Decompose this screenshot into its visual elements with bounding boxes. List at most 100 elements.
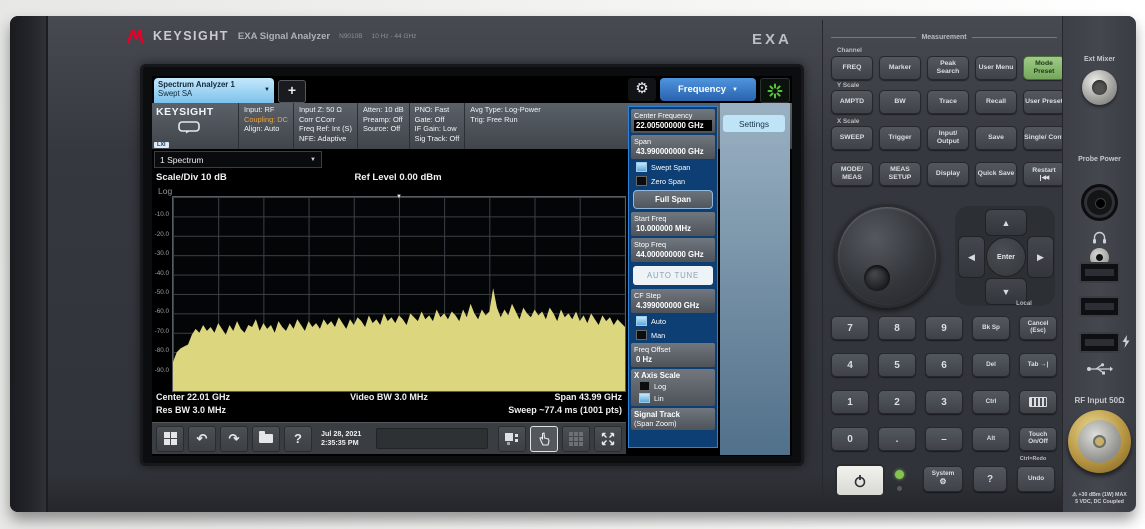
key-alt[interactable]: Alt — [972, 427, 1010, 451]
key-3[interactable]: 3 — [925, 390, 963, 414]
button-bw[interactable]: BW — [879, 90, 921, 114]
key-8[interactable]: 8 — [878, 316, 916, 340]
button-single-cont[interactable]: Single/ Cont — [1023, 126, 1065, 150]
add-tab-button[interactable]: + — [278, 80, 306, 103]
button-recall[interactable]: Recall — [975, 90, 1017, 114]
full-span-button[interactable]: Full Span — [633, 190, 713, 209]
y-axis-labels: -10.0-20.0-30.0-40.0-50.0-60.0-70.0-80.0… — [152, 196, 170, 390]
scale-type-label: Log — [158, 186, 172, 196]
menu-item-freq-offset[interactable]: Freq Offset 0 Hz — [631, 343, 715, 367]
auto-tune-button[interactable]: AUTO TUNE — [633, 266, 713, 285]
status-line: Input: RF — [244, 105, 288, 115]
key-tab[interactable]: Tab →| — [1019, 353, 1057, 377]
button-peak-search[interactable]: Peak Search — [927, 56, 969, 80]
radio-cf-step-man[interactable]: Man — [631, 329, 715, 341]
radio-cf-step-auto[interactable]: Auto — [631, 315, 715, 327]
key-ctrl[interactable]: Ctrl — [972, 390, 1010, 414]
redo-button[interactable]: ↷ — [220, 426, 248, 452]
key-touch-on-off[interactable]: Touch On/Off — [1019, 427, 1057, 451]
menu-item-start-freq[interactable]: Start Freq 10.000000 MHz — [631, 212, 715, 236]
menu-item-stop-freq[interactable]: Stop Freq 44.000000000 GHz — [631, 238, 715, 262]
button-mode-preset[interactable]: Mode Preset — [1023, 56, 1065, 80]
key-del[interactable]: Del — [972, 353, 1010, 377]
button-meas-setup[interactable]: MEAS SETUP — [879, 162, 921, 186]
warning-line: +30 dBm (1W) MAX — [1078, 492, 1126, 498]
arrow-left-button[interactable]: ◀ — [958, 236, 985, 278]
windows-icon — [164, 432, 177, 445]
measbar-atten-column: Atten: 10 dB Preamp: Off Source: Off — [357, 103, 409, 149]
rotary-knob[interactable] — [835, 204, 939, 308]
undo-key[interactable]: Undo — [1017, 466, 1055, 492]
center-frequency-value[interactable]: 22.005000000 GHz — [634, 120, 712, 131]
touch-mode-button[interactable] — [530, 426, 558, 452]
tab-spectrum-analyzer[interactable]: Spectrum Analyzer 1 Swept SA ▼ — [154, 78, 274, 103]
tab-title: Spectrum Analyzer 1 — [158, 80, 270, 89]
button-trigger[interactable]: Trigger — [879, 126, 921, 150]
settings-gear-button[interactable]: ⚙ — [628, 78, 656, 101]
button-freq[interactable]: FREQ — [831, 56, 873, 80]
file-explorer-button[interactable] — [252, 426, 280, 452]
tab-settings[interactable]: Settings — [723, 115, 785, 132]
key-7[interactable]: 7 — [831, 316, 869, 340]
radio-x-scale-log[interactable]: Log — [634, 380, 712, 392]
grid-view-button[interactable] — [562, 426, 590, 452]
button-display[interactable]: Display — [927, 162, 969, 186]
key-4[interactable]: 4 — [831, 353, 869, 377]
button-amptd[interactable]: AMPTD — [831, 90, 873, 114]
key-0[interactable]: 0 — [831, 427, 869, 451]
freq-offset-value[interactable]: 0 Hz — [634, 354, 712, 365]
spectrum-plot[interactable]: ▼ — [172, 196, 626, 392]
radio-zero-span[interactable]: Zero Span — [631, 175, 715, 187]
system-key[interactable]: System⚙ — [923, 466, 963, 492]
menu-dropdown-frequency[interactable]: Frequency ▼ — [660, 78, 756, 101]
help-button[interactable]: ? — [284, 426, 312, 452]
arrow-up-button[interactable]: ▲ — [985, 209, 1027, 236]
undo-button[interactable]: ↶ — [188, 426, 216, 452]
cf-step-value[interactable]: 4.399000000 GHz — [634, 300, 712, 311]
key-bk-sp[interactable]: Bk Sp — [972, 316, 1010, 340]
power-icon — [853, 474, 867, 488]
key-key[interactable]: – — [925, 427, 963, 451]
windows-start-button[interactable] — [156, 426, 184, 452]
key-key[interactable]: . — [878, 427, 916, 451]
ref-level-label: Ref Level 0.00 dBm — [172, 172, 624, 183]
key-6[interactable]: 6 — [925, 353, 963, 377]
busy-indicator — [760, 78, 790, 103]
power-button[interactable] — [835, 464, 885, 497]
button-input-output[interactable]: Input/ Output — [927, 126, 969, 150]
button-user-menu[interactable]: User Menu — [975, 56, 1017, 80]
key-1[interactable]: 1 — [831, 390, 869, 414]
button-quick-save[interactable]: Quick Save — [975, 162, 1017, 186]
stop-freq-value[interactable]: 44.000000000 GHz — [634, 249, 712, 260]
button-restart[interactable]: Restart◀◀ — [1023, 162, 1065, 186]
fullscreen-button[interactable] — [594, 426, 622, 452]
button-user-preset[interactable]: User Preset — [1023, 90, 1065, 114]
start-freq-value[interactable]: 10.000000 MHz — [634, 223, 712, 234]
key-cancel-esc[interactable]: Cancel (Esc) — [1019, 316, 1057, 340]
menu-item-span[interactable]: Span 43.990000000 GHz — [631, 135, 715, 159]
menu-item-cf-step[interactable]: CF Step 4.399000000 GHz — [631, 289, 715, 313]
trace-selector-dropdown[interactable]: 1 Spectrum ▼ — [154, 151, 322, 168]
key-9[interactable]: 9 — [925, 316, 963, 340]
button-mode-meas[interactable]: MODE/ MEAS — [831, 162, 873, 186]
button-sweep[interactable]: SWEEP — [831, 126, 873, 150]
help-key[interactable]: ? — [973, 466, 1007, 492]
window-layout-button[interactable] — [498, 426, 526, 452]
radio-x-scale-lin[interactable]: Lin — [634, 392, 712, 404]
annotation-entry-strip[interactable] — [376, 428, 488, 449]
span-value[interactable]: 43.990000000 GHz — [634, 146, 712, 157]
button-trace[interactable]: Trace — [927, 90, 969, 114]
button-save[interactable]: Save — [975, 126, 1017, 150]
button-marker[interactable]: Marker — [879, 56, 921, 80]
enter-button[interactable]: Enter — [986, 237, 1026, 277]
key-2[interactable]: 2 — [878, 390, 916, 414]
time-label: 2:35:35 PM — [321, 439, 361, 448]
arrow-right-button[interactable]: ▶ — [1027, 236, 1054, 278]
key-5[interactable]: 5 — [878, 353, 916, 377]
radio-swept-span[interactable]: Swept Span — [631, 161, 715, 173]
usb-port — [1079, 262, 1120, 283]
lcd-screen: Spectrum Analyzer 1 Swept SA ▼ + ⚙ Frequ… — [152, 76, 792, 456]
menu-item-center-frequency[interactable]: Center Frequency 22.005000000 GHz — [631, 109, 715, 133]
key-keyboard[interactable] — [1019, 390, 1057, 414]
hardware-key-panel: Measurement Channel FREQMarkerPeak Searc… — [822, 20, 1063, 512]
